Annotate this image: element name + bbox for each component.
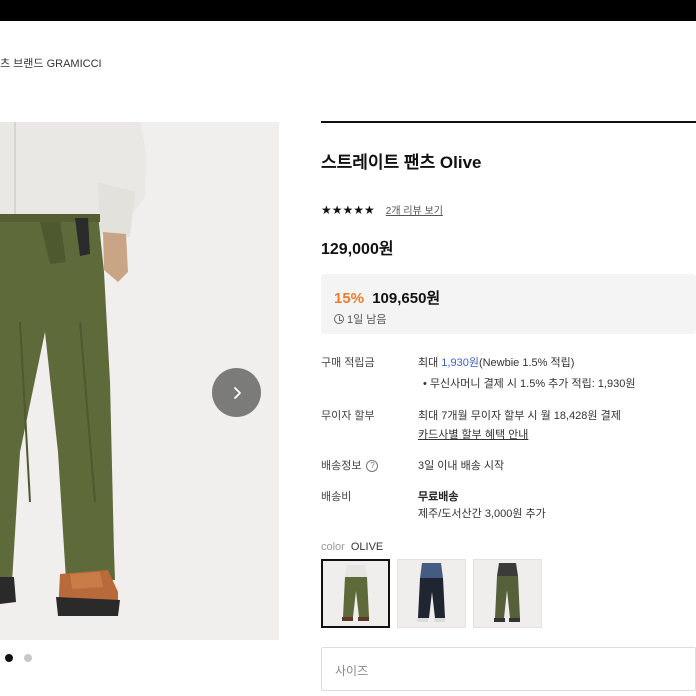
shipping-info-value: 3일 이내 배송 시작 — [418, 460, 505, 472]
installment-benefit-link[interactable]: 카드사별 할부 혜택 안내 — [418, 426, 528, 442]
swatch-olive-image — [323, 561, 388, 626]
sale-rate: 15% — [334, 290, 365, 307]
carousel-dot-2[interactable] — [24, 654, 32, 662]
color-swatches — [321, 559, 542, 628]
sale-line: 15% 109,650원 — [334, 287, 440, 308]
review-link[interactable]: 2개 리뷰 보기 — [386, 202, 443, 217]
divider — [321, 121, 696, 123]
shipping-fee-label: 배송비 — [321, 491, 352, 503]
color-value: OLIVE — [350, 541, 384, 553]
installment-value: 최대 7개월 무이자 할부 시 월 18,428원 결제 — [418, 410, 621, 422]
original-price: 129,000원 — [321, 241, 394, 258]
clock-icon — [334, 314, 344, 324]
rating-row: ★★★★★ 2개 리뷰 보기 — [321, 202, 443, 218]
swatch-olive[interactable] — [321, 559, 390, 628]
swatch-navy[interactable] — [397, 559, 466, 628]
points-label: 구매 적립금 — [321, 357, 375, 369]
chevron-right-icon — [233, 386, 241, 399]
installment-label: 무이자 할부 — [321, 410, 375, 422]
points-suffix: (Newbie 1.5% 적립) — [478, 357, 575, 369]
shipping-info-label: 배송정보? — [321, 457, 379, 473]
swatch-khaki[interactable] — [473, 559, 542, 628]
product-title: 스트레이트 팬츠 Olive — [321, 153, 482, 172]
top-black-bar — [0, 0, 696, 21]
size-select[interactable]: 사이즈 — [321, 647, 696, 691]
shipping-info-label-text: 배송정보 — [321, 460, 362, 472]
sale-box: 15% 109,650원 1일 남음 — [321, 274, 696, 334]
carousel-dot-1[interactable] — [5, 654, 13, 662]
sale-timer-text: 1일 남음 — [347, 314, 387, 326]
points-bullet: • 무신사머니 결제 시 1.5% 추가 적립: 1,930원 — [423, 378, 636, 390]
sale-timer: 1일 남음 — [334, 311, 387, 327]
color-label: color OLIVE — [321, 541, 383, 553]
breadcrumb[interactable]: 츠 브랜드 GRAMICCI — [0, 55, 102, 71]
shipping-fee-extra: 제주/도서산간 3,000원 추가 — [418, 508, 546, 520]
color-key: color — [321, 541, 345, 553]
next-image-button[interactable] — [212, 368, 261, 417]
points-amount: 1,930원 — [441, 357, 479, 369]
points-prefix: 최대 — [418, 357, 442, 369]
shipping-fee-value: 무료배송 — [418, 491, 459, 503]
product-info-panel: 스트레이트 팬츠 Olive ★★★★★ 2개 리뷰 보기 129,000원 1… — [321, 121, 696, 691]
help-icon[interactable]: ? — [366, 460, 379, 473]
star-rating-icon: ★★★★★ — [321, 202, 375, 217]
carousel-dots — [0, 654, 32, 662]
swatch-navy-image — [398, 560, 465, 627]
sale-price: 109,650원 — [372, 290, 441, 307]
size-select-placeholder: 사이즈 — [335, 664, 369, 678]
points-value: 최대 1,930원(Newbie 1.5% 적립) — [418, 354, 574, 370]
swatch-khaki-image — [474, 560, 541, 627]
